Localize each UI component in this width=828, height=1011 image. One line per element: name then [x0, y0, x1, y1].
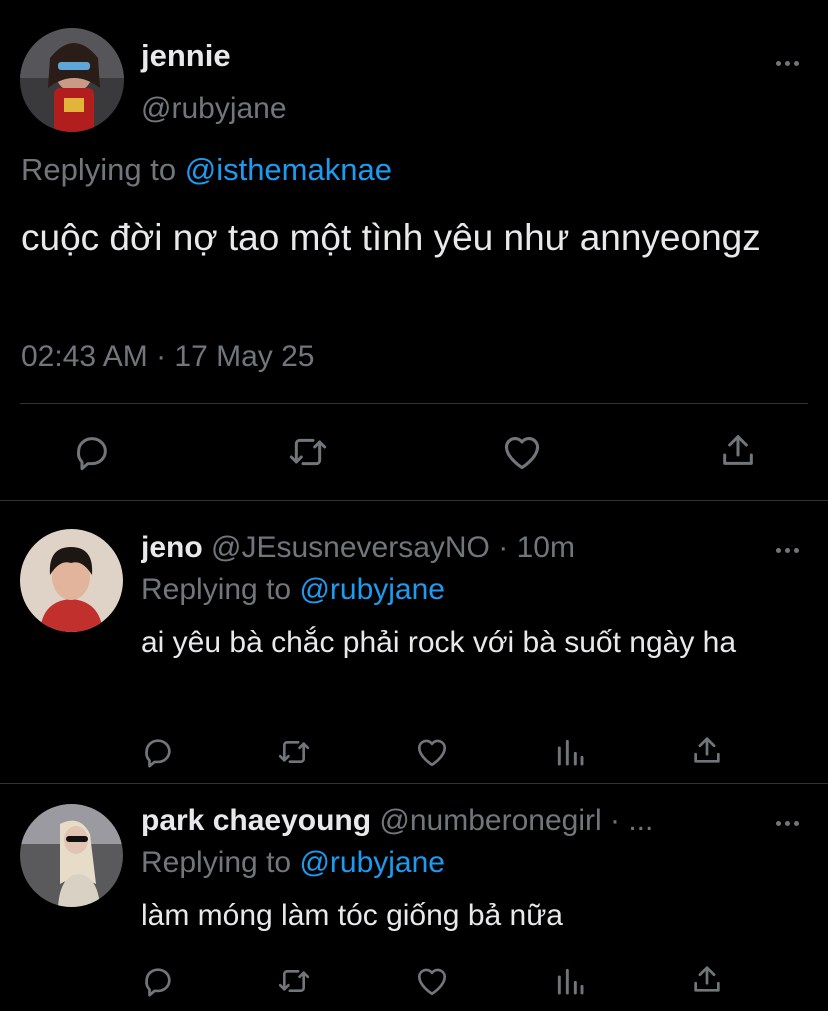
replying-to: Replying to @rubyjane — [141, 573, 445, 606]
user-handle[interactable]: @JEsusneversayNO — [211, 531, 490, 564]
analytics-icon[interactable] — [554, 964, 586, 998]
relative-time[interactable]: · ... — [610, 804, 653, 837]
replying-to: Replying to @isthemaknae — [21, 152, 392, 187]
reply-tweet[interactable]: park chaeyoung @numberonegirl · ... Repl… — [0, 784, 828, 1011]
more-options-icon[interactable] — [774, 58, 804, 68]
display-name[interactable]: jennie — [141, 38, 231, 74]
user-handle[interactable]: @rubyjane — [141, 92, 287, 126]
reply-icon[interactable] — [141, 964, 175, 998]
more-options-icon[interactable] — [774, 545, 804, 555]
tweet-text: ai yêu bà chắc phải rock với bà suốt ngà… — [141, 626, 737, 659]
relative-time[interactable]: · 10m — [498, 531, 575, 564]
reply-tweet[interactable]: jeno @JEsusneversayNO · 10m Replying to … — [0, 501, 828, 784]
retweet-icon[interactable] — [286, 432, 330, 472]
avatar[interactable] — [20, 804, 123, 907]
reply-icon[interactable] — [72, 432, 112, 472]
like-icon[interactable] — [415, 965, 449, 997]
divider — [20, 403, 808, 404]
timestamp[interactable]: 02:43 AM · 17 May 25 — [21, 340, 315, 374]
like-icon[interactable] — [501, 433, 543, 471]
tweet-text: cuộc đời nợ tao một tình yêu như annyeon… — [21, 217, 761, 258]
more-options-icon[interactable] — [774, 818, 804, 828]
display-name[interactable]: park chaeyoung — [141, 804, 371, 837]
avatar[interactable] — [20, 529, 123, 632]
share-icon[interactable] — [690, 962, 724, 996]
user-handle[interactable]: @numberonegirl — [379, 804, 601, 837]
share-icon[interactable] — [690, 733, 724, 767]
retweet-icon[interactable] — [276, 735, 312, 769]
mention-link[interactable]: @isthemaknae — [185, 152, 392, 187]
tweet-text: làm móng làm tóc giống bả nữa — [141, 899, 563, 932]
share-icon[interactable] — [718, 430, 758, 470]
reply-icon[interactable] — [141, 735, 175, 769]
retweet-icon[interactable] — [276, 964, 312, 998]
main-tweet: jennie @rubyjane Replying to @isthemakna… — [0, 0, 828, 501]
analytics-icon[interactable] — [554, 735, 586, 769]
mention-link[interactable]: @rubyjane — [299, 846, 445, 879]
reply-header: jeno @JEsusneversayNO · 10m — [141, 531, 731, 565]
mention-link[interactable]: @rubyjane — [299, 573, 445, 606]
avatar[interactable] — [20, 28, 124, 132]
like-icon[interactable] — [415, 736, 449, 768]
replying-to: Replying to @rubyjane — [141, 846, 445, 879]
reply-header: park chaeyoung @numberonegirl · ... — [141, 804, 731, 838]
display-name[interactable]: jeno — [141, 531, 203, 564]
